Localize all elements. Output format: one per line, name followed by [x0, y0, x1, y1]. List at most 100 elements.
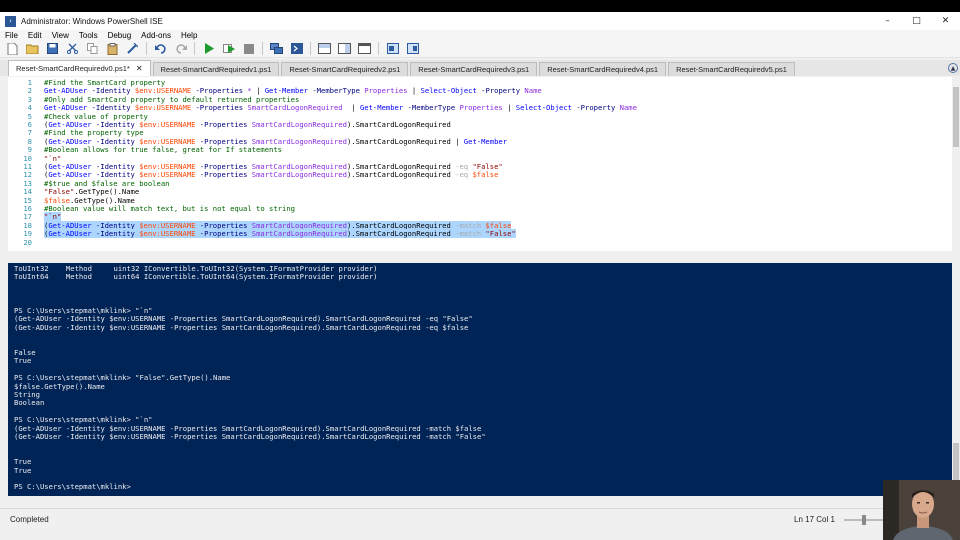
code-token: ).SmartCardLogonRequired — [346, 120, 451, 129]
menu-help[interactable]: Help — [181, 31, 197, 40]
menu-edit[interactable]: Edit — [28, 31, 42, 40]
line-number: 20 — [23, 237, 32, 247]
code-text: #Boolean value will match text, but is n… — [44, 204, 295, 213]
close-button[interactable]: ✕ — [931, 12, 960, 30]
code-token: SmartCardLogonRequired — [251, 229, 347, 239]
webcam-overlay — [883, 480, 960, 540]
status-bar: Completed Ln 17 Col 1 — [0, 508, 960, 530]
console-pane[interactable]: ToUInt32 Method uint32 IConvertible.ToUI… — [8, 263, 952, 496]
chevron-up-icon[interactable]: ▲ — [948, 63, 958, 73]
new-file-icon[interactable] — [6, 42, 19, 55]
script-tabs: Reset-SmartCardRequiredv0.ps1* ✕ Reset-S… — [0, 60, 960, 76]
toolbar-separator — [310, 42, 311, 55]
tab-reset-v3[interactable]: Reset-SmartCardRequiredv3.ps1 — [410, 62, 538, 76]
console-line: True — [14, 356, 32, 366]
code-token: | — [502, 103, 516, 113]
editor-scrollbar[interactable] — [952, 77, 960, 251]
tab-reset-v0[interactable]: Reset-SmartCardRequiredv0.ps1* ✕ — [8, 60, 151, 76]
code-token: SmartCardLogonRequired — [251, 170, 347, 180]
code-token: Select-Object — [515, 103, 573, 113]
console-line: True — [14, 465, 32, 475]
scroll-thumb[interactable] — [953, 87, 959, 147]
code-line[interactable]: 19 (Get-ADUser -Identity $env:USERNAME -P… — [8, 229, 516, 239]
code-token: ).SmartCardLogonRequired | — [346, 136, 464, 146]
code-text: (Get-ADUser -Identity $env:USERNAME -Pro… — [44, 229, 516, 239]
run-selection-icon[interactable] — [222, 42, 235, 55]
menu-view[interactable]: View — [52, 31, 69, 40]
save-icon[interactable] — [46, 42, 59, 55]
stop-icon[interactable] — [242, 42, 255, 55]
redo-icon[interactable] — [174, 42, 187, 55]
menu-tools[interactable]: Tools — [79, 31, 98, 40]
code-token: Get-Member — [463, 136, 508, 146]
code-text: #Boolean allows for true false, great fo… — [44, 145, 282, 154]
pane-splitter[interactable] — [0, 251, 960, 263]
maximize-button[interactable]: □ — [902, 12, 931, 30]
code-token: -MemberType — [308, 86, 365, 96]
cut-icon[interactable] — [66, 42, 79, 55]
tab-label: Reset-SmartCardRequiredv1.ps1 — [160, 65, 272, 74]
new-remote-tab-icon[interactable] — [270, 42, 283, 55]
menu-file[interactable]: File — [5, 31, 18, 40]
start-powershell-icon[interactable] — [290, 42, 303, 55]
menu-debug[interactable]: Debug — [108, 31, 132, 40]
show-command-addon-icon[interactable] — [406, 42, 419, 55]
tab-label: Reset-SmartCardRequiredv5.ps1 — [676, 65, 787, 74]
code-token: -MemberType — [403, 103, 460, 113]
toolbar-separator — [378, 42, 379, 55]
clear-icon[interactable] — [126, 42, 139, 55]
console-scrollbar[interactable] — [952, 263, 960, 496]
toolbar — [0, 40, 960, 58]
tab-label: Reset-SmartCardRequiredv4.ps1 — [547, 65, 659, 74]
powershell-icon: › — [5, 15, 16, 27]
tab-reset-v5[interactable]: Reset-SmartCardRequiredv5.ps1 — [668, 62, 795, 76]
tab-reset-v4[interactable]: Reset-SmartCardRequiredv4.ps1 — [539, 62, 667, 76]
code-token: Name — [619, 103, 637, 113]
code-token: #Boolean value will match text, but is n… — [44, 204, 295, 213]
code-token: #Boolean allows for true false, great fo… — [44, 145, 282, 155]
show-script-maximized-icon[interactable] — [358, 42, 371, 55]
menu-bar: File Edit View Tools Debug Add-ons Help — [0, 30, 960, 40]
copy-icon[interactable] — [86, 42, 99, 55]
code-token: SmartCardLogonRequired — [247, 103, 343, 113]
code-token: Name — [524, 86, 542, 96]
tab-reset-v1[interactable]: Reset-SmartCardRequiredv1.ps1 — [152, 62, 280, 76]
code-token: ).SmartCardLogonRequired — [346, 170, 456, 180]
code-token: SmartCardLogonRequired — [251, 120, 347, 129]
show-script-top-icon[interactable] — [318, 42, 331, 55]
tab-reset-v2[interactable]: Reset-SmartCardRequiredv2.ps1 — [281, 62, 409, 76]
menu-addons[interactable]: Add-ons — [141, 31, 171, 40]
code-token: -match — [455, 229, 482, 239]
code-token: -Identity — [91, 229, 140, 239]
undo-icon[interactable] — [154, 42, 167, 55]
cursor-position: Ln 17 Col 1 — [794, 515, 835, 524]
code-token: -Properties — [195, 120, 252, 129]
console-line: (Get-ADUser -Identity $env:USERNAME -Pro… — [14, 322, 469, 332]
code-token: -Properties — [195, 170, 252, 180]
zoom-slider-thumb[interactable] — [862, 515, 866, 525]
code-token: -Properties — [195, 229, 252, 239]
code-token: Get-ADUser — [48, 229, 92, 239]
toolbar-separator — [146, 42, 147, 55]
code-token: ).SmartCardLogonRequired — [346, 229, 456, 239]
open-file-icon[interactable] — [26, 42, 39, 55]
window-title: Administrator: Windows PowerShell ISE — [21, 16, 163, 26]
status-text: Completed — [10, 515, 49, 524]
code-token: Get-Member — [359, 103, 404, 113]
tab-label: Reset-SmartCardRequiredv3.ps1 — [418, 65, 530, 74]
code-token: -Property — [476, 86, 525, 96]
bottom-strip — [0, 530, 960, 540]
console-line: Boolean — [14, 398, 45, 408]
show-script-right-icon[interactable] — [338, 42, 351, 55]
close-icon[interactable]: ✕ — [136, 64, 143, 73]
code-token: $false — [468, 170, 499, 180]
show-command-window-icon[interactable] — [386, 42, 399, 55]
code-line[interactable]: 20 — [8, 237, 44, 247]
code-token: | — [407, 86, 421, 96]
run-script-icon[interactable] — [202, 42, 215, 55]
console-line: PS C:\Users\stepmat\mklink> — [14, 482, 131, 492]
minimize-button[interactable]: – — [873, 12, 902, 30]
paste-icon[interactable] — [106, 42, 119, 55]
script-editor[interactable]: 1 #Find the SmartCard property 2 Get-ADUser… — [8, 77, 952, 251]
code-token: Properties — [459, 103, 503, 113]
